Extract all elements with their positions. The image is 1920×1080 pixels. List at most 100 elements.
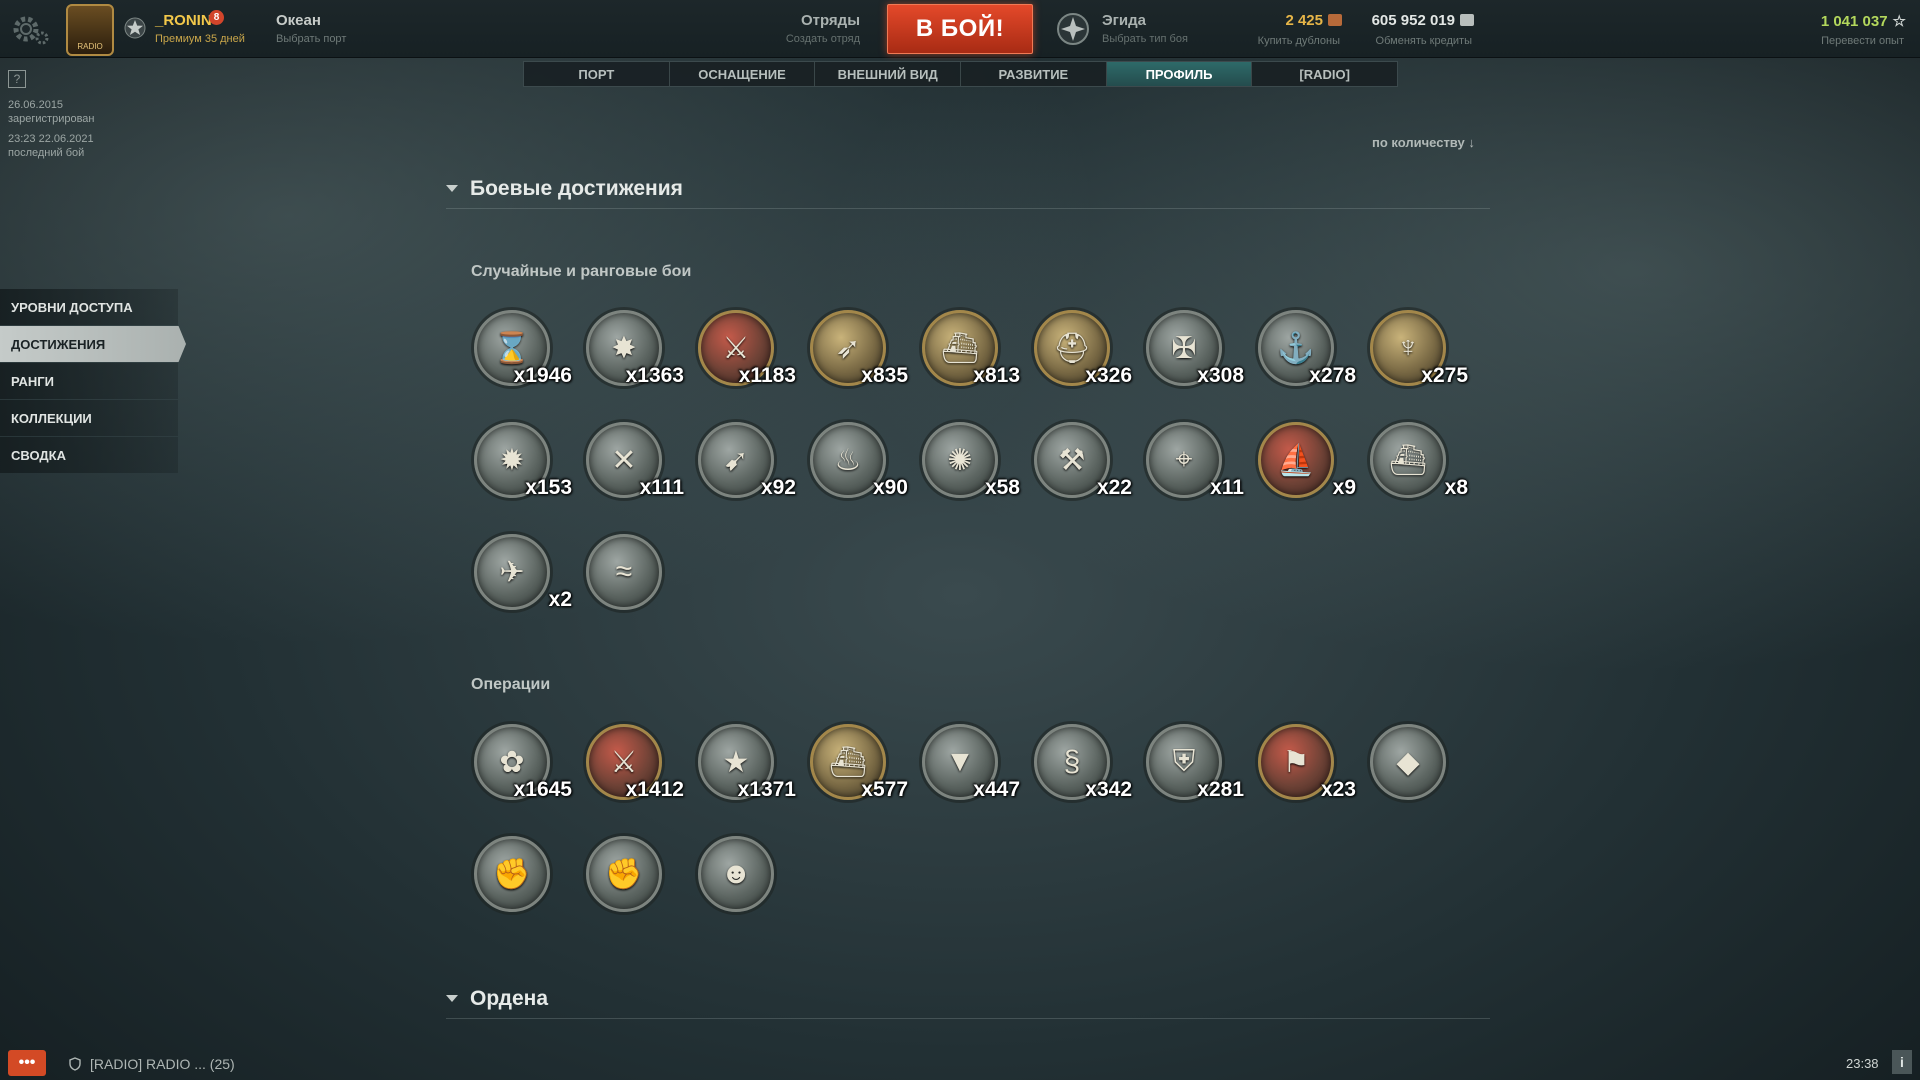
- tab-port[interactable]: ПОРТ: [524, 62, 670, 86]
- section-battle-achievements[interactable]: Боевые достижения: [446, 169, 1490, 209]
- side-item-access-levels[interactable]: УРОВНИ ДОСТУПА: [0, 289, 178, 325]
- achievement-medal[interactable]: ➹ x92: [692, 416, 804, 528]
- achievement-medal[interactable]: ⛵ x9: [1252, 416, 1364, 528]
- sort-by-count-button[interactable]: по количеству ↓: [1372, 135, 1475, 150]
- medal-glyph: ⚓: [1277, 331, 1315, 365]
- operations-subtitle: Операции: [471, 676, 551, 693]
- achievement-medal[interactable]: ⛴ x813: [916, 304, 1028, 416]
- ship-bow-icon: ⛴: [1370, 422, 1446, 498]
- medal-glyph: ⌖: [1175, 443, 1193, 476]
- tab-clan[interactable]: [RADIO]: [1252, 62, 1397, 86]
- section-orders[interactable]: Ордена: [446, 979, 1490, 1019]
- tab-profile[interactable]: ПРОФИЛЬ: [1106, 62, 1253, 86]
- achievement-medal[interactable]: ≈: [580, 528, 692, 640]
- achievement-medal[interactable]: ✊: [580, 830, 692, 942]
- exchange-credits-link[interactable]: Обменять кредиты: [1376, 35, 1472, 47]
- ribbon-ship-icon: ⛵: [1258, 422, 1334, 498]
- player-name[interactable]: _RONIN: [155, 12, 212, 29]
- medal-count: x22: [1096, 476, 1132, 499]
- medal-glyph: ⛴: [828, 745, 868, 779]
- medal-count: x8: [1444, 476, 1468, 499]
- achievement-medal[interactable]: ⛨ x281: [1140, 718, 1252, 830]
- achievement-medal[interactable]: ⚔ x1412: [580, 718, 692, 830]
- medal-glyph: ◆: [1396, 745, 1420, 779]
- achievement-medal[interactable]: § x342: [1028, 718, 1140, 830]
- medal-glyph: ⚑: [1282, 745, 1310, 779]
- doubloons-balance[interactable]: 2 425: [1285, 12, 1342, 29]
- achievement-medal[interactable]: ♆ x275: [1364, 304, 1476, 416]
- side-item-achievements[interactable]: ДОСТИЖЕНИЯ: [0, 326, 186, 362]
- achievement-medal[interactable]: ✠ x308: [1140, 304, 1252, 416]
- achievement-medal[interactable]: ⌖ x11: [1140, 416, 1252, 528]
- achievement-medal[interactable]: ⛑ x326: [1028, 304, 1140, 416]
- premium-status[interactable]: Премиум 35 дней: [155, 33, 245, 45]
- achievement-medal[interactable]: ⚒ x22: [1028, 416, 1140, 528]
- achievement-medal[interactable]: ➶ x835: [804, 304, 916, 416]
- tab-exterior[interactable]: ВНЕШНИЙ ВИД: [815, 62, 962, 86]
- squad-button[interactable]: Отряды: [801, 12, 860, 29]
- notification-badge: 8: [209, 10, 224, 25]
- medal-count: x2: [548, 588, 572, 611]
- clan-emblem[interactable]: RADIO: [66, 4, 114, 56]
- medal-count: x1412: [625, 778, 684, 801]
- chat-button[interactable]: •••: [8, 1050, 46, 1076]
- achievement-medal[interactable]: ◆: [1364, 718, 1476, 830]
- to-battle-button[interactable]: В БОЙ!: [887, 4, 1033, 54]
- medal-glyph: ⚒: [1058, 443, 1086, 477]
- medal-glyph: ⛨: [1172, 745, 1196, 778]
- credits-balance[interactable]: 605 952 019: [1372, 12, 1474, 29]
- medal-count: x1946: [513, 364, 572, 387]
- achievement-medal[interactable]: ✊: [468, 830, 580, 942]
- main-nav-tabs: ПОРТ ОСНАЩЕНИЕ ВНЕШНИЙ ВИД РАЗВИТИЕ ПРОФ…: [523, 61, 1398, 87]
- section-title: Боевые достижения: [470, 176, 683, 200]
- medal-glyph: ✺: [947, 443, 973, 477]
- achievement-medal[interactable]: ✿ x1645: [468, 718, 580, 830]
- registered-label: зарегистрирован: [8, 113, 95, 125]
- tab-development[interactable]: РАЗВИТИЕ: [961, 62, 1107, 86]
- achievement-medal[interactable]: ♨ x90: [804, 416, 916, 528]
- achievement-medal[interactable]: ✈ x2: [468, 528, 580, 640]
- achievement-medal[interactable]: ⛴ x577: [804, 718, 916, 830]
- medal-count: x308: [1197, 364, 1244, 387]
- tab-equipment[interactable]: ОСНАЩЕНИЕ: [670, 62, 816, 86]
- medal-count: x835: [861, 364, 908, 387]
- wave-ship-icon: ≈: [586, 534, 662, 610]
- medal-count: x153: [525, 476, 572, 499]
- settings-gear-icon[interactable]: [10, 12, 50, 46]
- achievement-medal[interactable]: ⚔ x1183: [692, 304, 804, 416]
- medal-glyph: ✿: [499, 745, 525, 779]
- medal-count: x90: [872, 476, 908, 499]
- achievement-medal[interactable]: ✕ x111: [580, 416, 692, 528]
- medal-count: x23: [1320, 778, 1356, 801]
- medal-count: x111: [639, 476, 684, 499]
- help-button[interactable]: ?: [8, 70, 26, 88]
- port-selector[interactable]: Океан: [276, 12, 321, 29]
- medal-count: x58: [984, 476, 1020, 499]
- achievement-medal[interactable]: ⛴ x8: [1364, 416, 1476, 528]
- achievement-medal[interactable]: ✺ x58: [916, 416, 1028, 528]
- achievement-medal[interactable]: ⚓ x278: [1252, 304, 1364, 416]
- collapse-arrow-icon: [446, 185, 458, 192]
- achievement-medal[interactable]: ▼ x447: [916, 718, 1028, 830]
- achievement-medal[interactable]: ☻: [692, 830, 804, 942]
- buy-doubloons-link[interactable]: Купить дублоны: [1258, 35, 1340, 47]
- clan-chat-channel[interactable]: [RADIO] RADIO ... (25): [90, 1056, 235, 1072]
- battle-mode-selector[interactable]: Эгида: [1102, 12, 1146, 29]
- side-item-ranks[interactable]: РАНГИ: [0, 363, 178, 399]
- achievement-medal[interactable]: ★ x1371: [692, 718, 804, 830]
- medal-glyph: ≈: [615, 555, 633, 588]
- free-xp-balance[interactable]: 1 041 037 ☆: [1821, 12, 1906, 30]
- side-item-summary[interactable]: СВОДКА: [0, 437, 178, 473]
- side-item-collections[interactable]: КОЛЛЕКЦИИ: [0, 400, 178, 436]
- top-bar: RADIO _RONIN 8 Премиум 35 дней Океан Выб…: [0, 0, 1920, 58]
- medal-glyph: ✊: [493, 857, 531, 891]
- achievement-medal[interactable]: ✹ x153: [468, 416, 580, 528]
- achievement-medal[interactable]: ✸ x1363: [580, 304, 692, 416]
- achievement-medal[interactable]: ⌛ x1946: [468, 304, 580, 416]
- achievement-medal[interactable]: ⚑ x23: [1252, 718, 1364, 830]
- medal-glyph: ▼: [945, 745, 975, 778]
- info-button[interactable]: i: [1892, 1050, 1912, 1074]
- battle-mode-icon[interactable]: [1056, 12, 1090, 46]
- convert-xp-link[interactable]: Перевести опыт: [1821, 35, 1904, 47]
- medal-count: x1183: [738, 364, 796, 387]
